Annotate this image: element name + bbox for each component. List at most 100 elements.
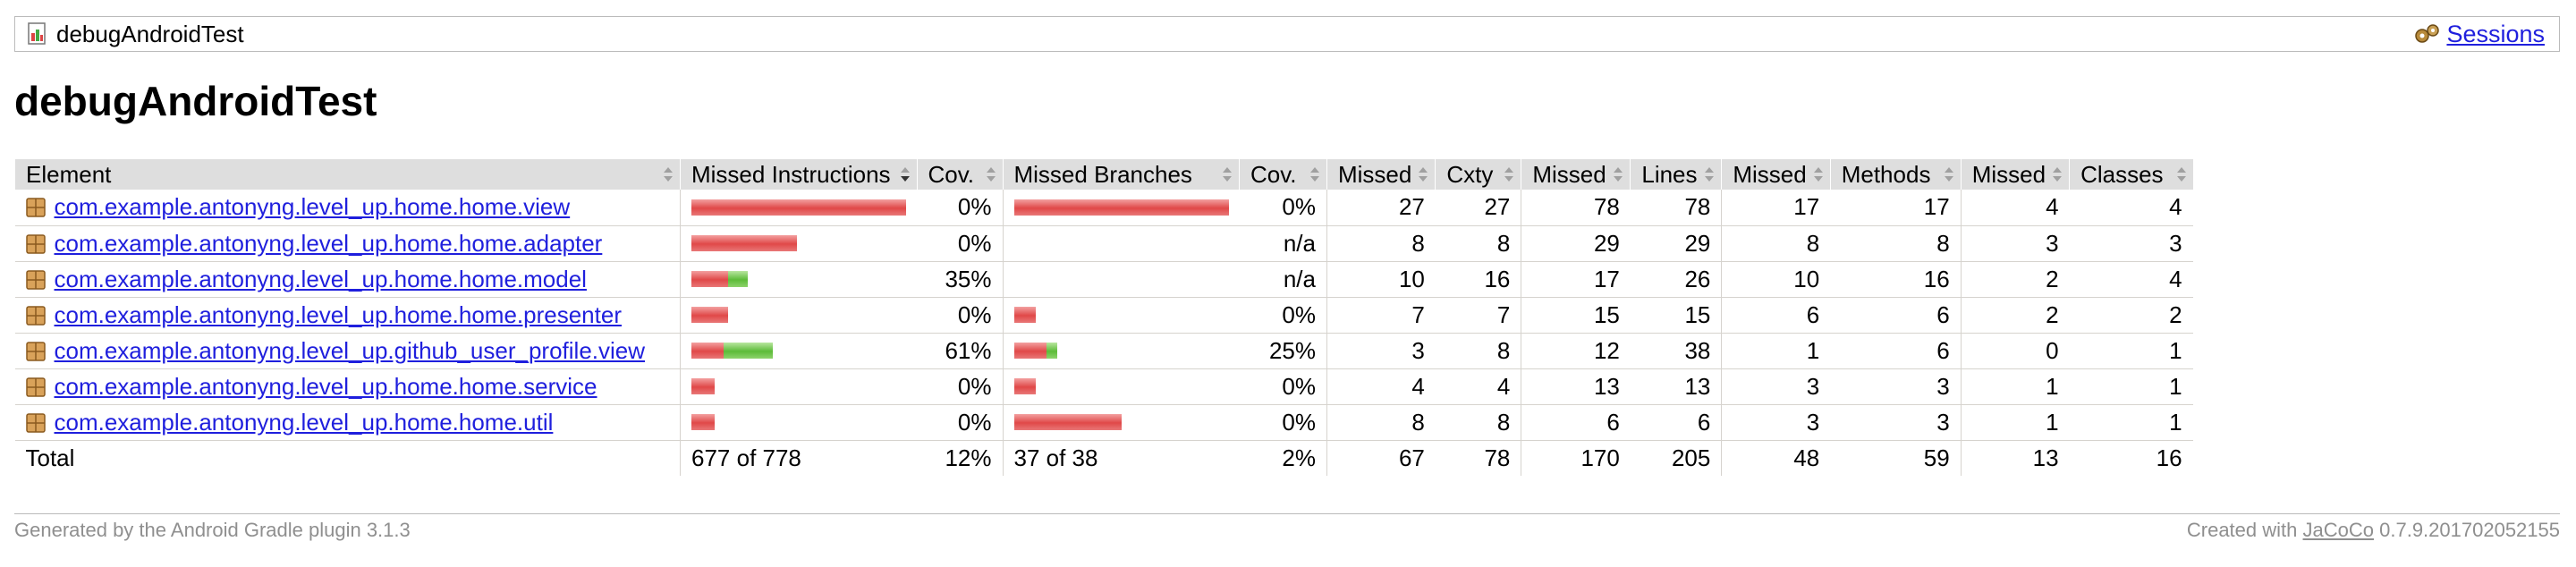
methods-cell: 6: [1830, 297, 1962, 334]
lines-cell: 26: [1630, 261, 1722, 298]
header-methods[interactable]: Methods: [1829, 159, 1962, 190]
cxty-missed-cell: 27: [1326, 190, 1436, 226]
lines-missed-cell: 29: [1521, 225, 1631, 262]
header-instr-cov[interactable]: Cov.: [916, 159, 1003, 190]
methods-missed-cell: 8: [1721, 225, 1831, 262]
package-icon: [25, 269, 46, 290]
breadcrumb-title: debugAndroidTest: [56, 20, 244, 47]
coverage-bar: [691, 307, 906, 323]
lines-missed-cell: 17: [1521, 261, 1631, 298]
lines-missed-cell: 15: [1521, 297, 1631, 334]
header-lines-missed[interactable]: Missed: [1521, 159, 1631, 190]
header-element[interactable]: Element: [14, 159, 681, 190]
cxty-cell: 27: [1435, 190, 1521, 226]
lines-missed-cell: 13: [1521, 368, 1631, 405]
coverage-bar: [691, 378, 906, 394]
total-methods: 59: [1830, 439, 1962, 476]
sort-icon: [1614, 167, 1623, 182]
missed-instructions-bar-cell: [680, 404, 917, 441]
missed-bar: [691, 271, 728, 287]
missed-instructions-bar-cell: [680, 225, 917, 262]
package-link[interactable]: com.example.antonyng.level_up.home.home.…: [55, 301, 623, 328]
jacoco-link[interactable]: JaCoCo: [2303, 519, 2374, 541]
total-lines-missed: 170: [1521, 439, 1631, 476]
element-cell: com.example.antonyng.level_up.home.home.…: [14, 368, 681, 405]
total-instructions: 677 of 778: [680, 439, 917, 476]
missed-instructions-bar-cell: [680, 368, 917, 405]
coverage-bar: [691, 414, 906, 430]
total-row: Total 677 of 778 12% 37 of 38 2% 67 78 1…: [14, 439, 2193, 476]
covered-bar: [728, 271, 748, 287]
sort-icon: [1223, 167, 1232, 182]
lines-cell: 13: [1630, 368, 1722, 405]
cxty-missed-cell: 10: [1326, 261, 1436, 298]
package-link[interactable]: com.example.antonyng.level_up.github_use…: [55, 337, 646, 364]
package-link[interactable]: com.example.antonyng.level_up.home.home.…: [55, 373, 597, 400]
lines-cell: 38: [1630, 333, 1722, 369]
missed-bar: [1013, 343, 1046, 359]
missed-bar: [691, 378, 715, 394]
table-row: com.example.antonyng.level_up.home.home.…: [14, 297, 2193, 334]
missed-instructions-bar-cell: [680, 297, 917, 334]
package-icon: [25, 305, 46, 326]
package-link[interactable]: com.example.antonyng.level_up.home.home.…: [55, 409, 554, 436]
methods-cell: 6: [1830, 333, 1962, 369]
sort-icon: [1504, 167, 1514, 182]
instr-cov-cell: 35%: [917, 261, 1003, 298]
page-title: debugAndroidTest: [14, 78, 377, 124]
package-icon: [25, 377, 46, 397]
package-link[interactable]: com.example.antonyng.level_up.home.home.…: [55, 193, 571, 220]
breadcrumb: debugAndroidTest Sessions: [14, 16, 2560, 52]
cxty-cell: 8: [1435, 404, 1521, 441]
missed-instructions-bar-cell: [680, 261, 917, 298]
classes-missed-cell: 3: [1960, 225, 2070, 262]
header-cxty[interactable]: Cxty: [1435, 159, 1521, 190]
header-missed-branches[interactable]: Missed Branches: [1002, 159, 1240, 190]
branch-cov-cell: 0%: [1239, 297, 1327, 334]
sort-icon: [1705, 167, 1715, 182]
header-lines[interactable]: Lines: [1630, 159, 1722, 190]
instr-cov-cell: 0%: [917, 225, 1003, 262]
header-classes-missed[interactable]: Missed: [1960, 159, 2070, 190]
branch-cov-cell: 0%: [1239, 190, 1327, 226]
coverage-bar: [691, 343, 906, 359]
missed-branches-bar-cell: [1002, 190, 1240, 226]
header-cxty-missed[interactable]: Missed: [1326, 159, 1436, 190]
header-classes[interactable]: Classes: [2069, 159, 2193, 190]
classes-missed-cell: 0: [1960, 333, 2070, 369]
instr-cov-cell: 0%: [917, 297, 1003, 334]
element-cell: com.example.antonyng.level_up.home.home.…: [14, 297, 681, 334]
classes-missed-cell: 2: [1960, 261, 2070, 298]
header-missed-instructions[interactable]: Missed Instructions: [680, 159, 917, 190]
total-lines: 205: [1630, 439, 1722, 476]
total-branch-cov: 2%: [1239, 439, 1327, 476]
missed-branches-bar-cell: [1002, 261, 1240, 298]
sessions-icon: [2415, 24, 2440, 43]
covered-bar: [1046, 343, 1057, 359]
missed-instructions-bar-cell: [680, 333, 917, 369]
cxty-cell: 7: [1435, 297, 1521, 334]
total-cxty: 78: [1435, 439, 1521, 476]
package-link[interactable]: com.example.antonyng.level_up.home.home.…: [55, 230, 603, 257]
cxty-cell: 4: [1435, 368, 1521, 405]
sessions-link-container[interactable]: Sessions: [2414, 17, 2545, 51]
instr-cov-cell: 61%: [917, 333, 1003, 369]
package-link[interactable]: com.example.antonyng.level_up.home.home.…: [55, 266, 587, 292]
package-icon: [25, 412, 46, 433]
total-classes: 16: [2069, 439, 2193, 476]
header-branch-cov[interactable]: Cov.: [1239, 159, 1327, 190]
table-row: com.example.antonyng.level_up.home.home.…: [14, 261, 2193, 298]
classes-cell: 4: [2069, 261, 2193, 298]
element-cell: com.example.antonyng.level_up.home.home.…: [14, 190, 681, 226]
coverage-bar: [691, 199, 906, 216]
sessions-link[interactable]: Sessions: [2446, 21, 2545, 48]
lines-cell: 78: [1630, 190, 1722, 226]
coverage-bar: [1014, 235, 1229, 251]
cxty-cell: 8: [1435, 333, 1521, 369]
lines-missed-cell: 6: [1521, 404, 1631, 441]
header-methods-missed[interactable]: Missed: [1721, 159, 1831, 190]
branch-cov-cell: 0%: [1239, 404, 1327, 441]
total-methods-missed: 48: [1721, 439, 1831, 476]
methods-missed-cell: 6: [1721, 297, 1831, 334]
missed-bar: [691, 199, 906, 216]
